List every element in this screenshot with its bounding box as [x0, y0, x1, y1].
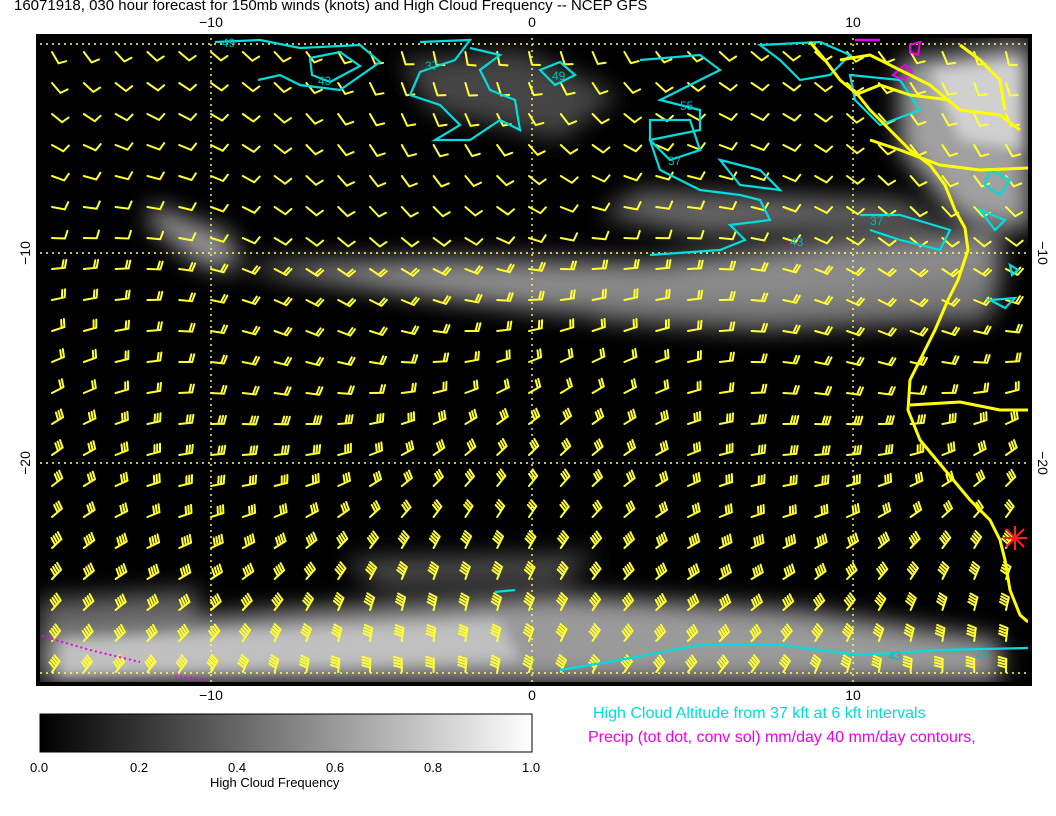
colorbar-tick: 0.8	[424, 760, 443, 775]
y-axis-right: −10 −20	[1035, 241, 1051, 475]
x-tick-label: −10	[199, 687, 223, 703]
location-marker	[1003, 526, 1027, 550]
precip-note: Precip (tot dot, conv sol) mm/day 40 mm/…	[588, 729, 976, 746]
y-axis-left: −10 −20	[17, 241, 33, 475]
contour-label: 55	[680, 99, 694, 113]
x-tick-label: −10	[199, 14, 223, 30]
contour-label: 43	[888, 649, 902, 663]
colorbar-tick: 1.0	[522, 760, 541, 775]
colorbar-gradient	[39, 713, 533, 753]
contour-label: 49	[222, 36, 236, 50]
y-tick-label: −20	[17, 451, 33, 475]
x-axis-top: −10 0 10	[199, 14, 861, 30]
y-tick-label: −10	[1035, 241, 1051, 265]
colorbar-title: High Cloud Frequency	[210, 775, 340, 790]
cloud-altitude-note: High Cloud Altitude from 37 kft at 6 kft…	[593, 705, 926, 722]
x-tick-label: 0	[528, 687, 536, 703]
colorbar-tick: 0.2	[130, 760, 149, 775]
contour-label: 37	[425, 59, 439, 73]
contour-label: 43	[790, 235, 804, 249]
contour-label: 37	[668, 154, 682, 168]
weather-map: 49 43 37 49 55 37 43 37 43 43 −10 0 10 −…	[17, 14, 1051, 753]
y-tick-label: −10	[17, 241, 33, 265]
colorbar	[39, 713, 533, 753]
x-axis-bottom: −10 0 10	[199, 687, 861, 703]
contour-label: 43	[318, 74, 332, 88]
x-tick-label: 10	[845, 687, 861, 703]
x-tick-label: 0	[528, 14, 536, 30]
contour-label: 43	[975, 649, 989, 663]
contour-label: 49	[552, 69, 566, 83]
x-tick-label: 10	[845, 14, 861, 30]
colorbar-tick: 0.6	[326, 760, 345, 775]
colorbar-tick: 0.4	[228, 760, 247, 775]
y-tick-label: −20	[1035, 451, 1051, 475]
contour-label: 37	[870, 214, 884, 228]
colorbar-tick: 0.0	[30, 760, 49, 775]
